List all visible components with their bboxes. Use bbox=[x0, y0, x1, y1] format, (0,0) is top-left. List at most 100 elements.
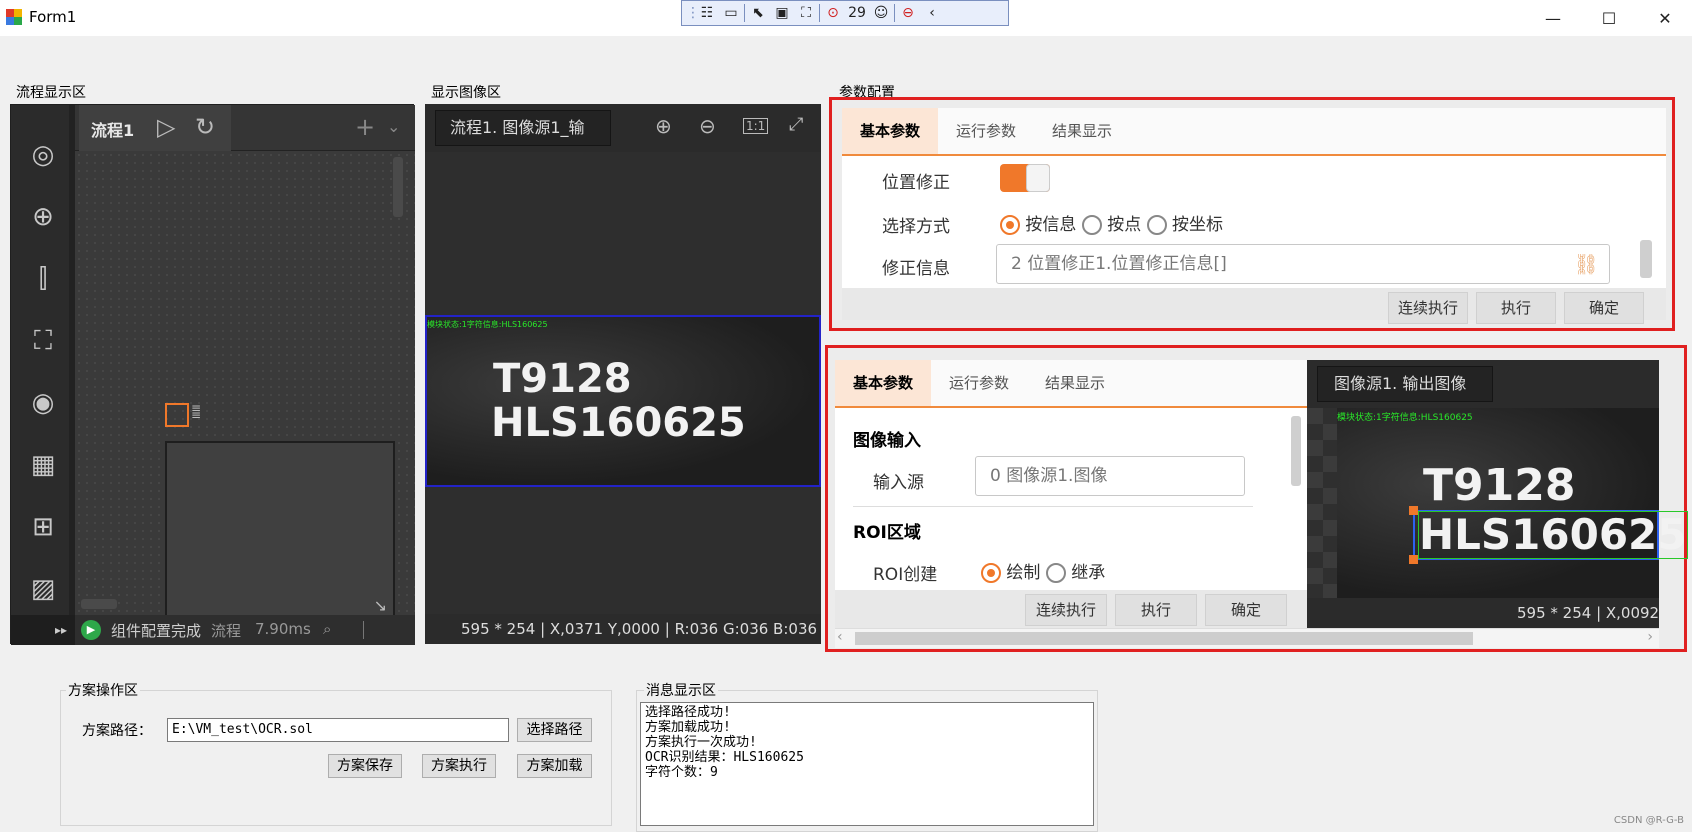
minimize-button[interactable]: — bbox=[1524, 0, 1582, 36]
status-separator bbox=[363, 621, 364, 639]
link-icon[interactable]: ⛓ bbox=[1574, 245, 1599, 283]
param-scrollbar[interactable] bbox=[1640, 240, 1652, 278]
module-tabs: 基本参数 运行参数 结果显示 bbox=[835, 360, 1307, 408]
fit-window-icon[interactable]: ⤢ bbox=[789, 114, 803, 135]
radio-inherit-label: 继承 bbox=[1071, 563, 1106, 583]
module-confirm-button[interactable]: 确定 bbox=[1205, 594, 1287, 626]
display-adorner-icon[interactable]: ▣ bbox=[771, 5, 793, 21]
module-tab-basic[interactable]: 基本参数 bbox=[835, 360, 932, 406]
scroll-left-icon[interactable]: ‹ bbox=[837, 629, 843, 645]
image-display-panel[interactable]: 流程1. 图像源1_输 ⊕ ⊖ 1:1 ⤢ 模块状态:1字符信息:HLS1606… bbox=[425, 104, 821, 644]
module-tab-result[interactable]: 结果显示 bbox=[1027, 360, 1123, 406]
roi-box[interactable]: HLS160625 bbox=[1409, 506, 1688, 564]
measure-icon[interactable]: ⫿ bbox=[25, 261, 61, 297]
calibrate-icon[interactable]: ◉ bbox=[25, 385, 61, 421]
preview-status-overlay: 模块状态:1字符信息:HLS160625 bbox=[1337, 413, 1473, 423]
roi-handle[interactable] bbox=[1409, 555, 1418, 564]
radio-by-point-label: 按点 bbox=[1107, 215, 1142, 235]
preview-source-select[interactable]: 图像源1. 输出图像 bbox=[1317, 366, 1493, 402]
canvas-hscroll[interactable] bbox=[81, 599, 117, 609]
module-tab-run[interactable]: 运行参数 bbox=[931, 360, 1027, 406]
radio-draw[interactable] bbox=[981, 563, 1001, 583]
roi-handle[interactable] bbox=[1409, 506, 1418, 515]
message-section-label: 消息显示区 bbox=[644, 680, 718, 700]
properties-icon[interactable]: ☷ bbox=[696, 5, 718, 21]
execute-solution-button[interactable]: 方案执行 bbox=[422, 754, 496, 778]
radio-inherit[interactable] bbox=[1045, 563, 1066, 583]
param-tabs: 基本参数 运行参数 结果显示 bbox=[842, 108, 1666, 156]
actual-size-icon[interactable]: 1:1 bbox=[743, 118, 769, 134]
roi-create-label: ROI创建 bbox=[873, 565, 938, 585]
position-correction-toggle[interactable] bbox=[1000, 164, 1050, 192]
solution-section-label: 方案操作区 bbox=[66, 680, 140, 700]
path-input[interactable]: E:\VM_test\OCR.sol bbox=[167, 718, 509, 742]
run-loop-icon[interactable]: ↻ bbox=[195, 113, 215, 141]
preview-source-label: 图像源1. 输出图像 bbox=[1334, 374, 1467, 393]
preview-info-bar: 595 * 254 | X,0092 bbox=[1307, 598, 1659, 628]
accessibility-icon[interactable]: ☺ bbox=[870, 5, 892, 21]
flow-canvas[interactable]: ≡ ≡ ↘ bbox=[75, 151, 415, 621]
run-button[interactable]: 执行 bbox=[1476, 292, 1556, 324]
module-hscroll[interactable]: ‹ › bbox=[835, 628, 1659, 648]
image-source-select[interactable]: 流程1. 图像源1_输 bbox=[435, 110, 611, 146]
zoom-out-icon[interactable]: ⊖ bbox=[699, 114, 716, 138]
run-once-icon[interactable]: ▷ bbox=[157, 113, 175, 141]
select-mode-label: 选择方式 bbox=[882, 217, 950, 237]
module-continuous-run-button[interactable]: 连续执行 bbox=[1025, 594, 1107, 626]
tab-basic-params[interactable]: 基本参数 bbox=[842, 108, 939, 154]
search-filter-icon[interactable]: ⌕ bbox=[323, 620, 331, 638]
maximize-button[interactable]: ☐ bbox=[1580, 0, 1638, 36]
zoom-in-icon[interactable]: ⊕ bbox=[655, 114, 672, 138]
scroll-right-icon[interactable]: › bbox=[1647, 629, 1653, 645]
module-run-button[interactable]: 执行 bbox=[1115, 594, 1197, 626]
canvas-vscroll[interactable] bbox=[393, 157, 403, 217]
tab-flow1[interactable]: 流程1 ▷ ↻ bbox=[79, 105, 231, 151]
image-source-label: 流程1. 图像源1_输 bbox=[450, 118, 585, 137]
minimap[interactable]: ↘ bbox=[165, 441, 395, 621]
resize-arrow-icon[interactable]: ↘ bbox=[374, 596, 387, 615]
select-path-button[interactable]: 选择路径 bbox=[517, 718, 592, 742]
tab-run-params[interactable]: 运行参数 bbox=[938, 108, 1034, 154]
radio-by-coord[interactable] bbox=[1146, 215, 1167, 235]
image-section-label: 显示图像区 bbox=[431, 85, 501, 101]
correction-info-input[interactable]: 2 位置修正1.位置修正信息[] ⛓ bbox=[996, 244, 1610, 284]
select-element-icon[interactable]: ⬉ bbox=[747, 5, 769, 21]
collapse-icon[interactable]: ‹ bbox=[921, 5, 943, 21]
image-source-node[interactable] bbox=[165, 403, 189, 427]
node-menu-icon[interactable]: ≡ ≡ bbox=[191, 402, 201, 421]
ocr-line-1: T9128 bbox=[493, 356, 632, 402]
pattern-icon[interactable]: ▦ bbox=[25, 447, 61, 483]
recognize-icon[interactable]: ⛶ bbox=[25, 323, 61, 359]
stop-icon[interactable]: ⊖ bbox=[897, 5, 919, 21]
load-solution-button[interactable]: 方案加载 bbox=[517, 754, 592, 778]
preview-line-2: HLS160625 bbox=[1418, 510, 1688, 560]
window-title: Form1 bbox=[29, 8, 77, 26]
add-flow-icon[interactable]: + bbox=[355, 113, 375, 141]
tab-result-display[interactable]: 结果显示 bbox=[1034, 108, 1130, 154]
grip-icon[interactable]: ⋮ bbox=[686, 5, 700, 21]
preview-line-1: T9128 bbox=[1423, 460, 1576, 511]
image-info-bar: 595 * 254 | X,0371 Y,0000 | R:036 G:036 … bbox=[425, 614, 821, 644]
module-scrollbar[interactable] bbox=[1291, 416, 1301, 486]
save-solution-button[interactable]: 方案保存 bbox=[328, 754, 402, 778]
camera-icon[interactable]: ◎ bbox=[25, 137, 61, 173]
input-source-select[interactable]: 0 图像源1.图像 bbox=[975, 456, 1245, 496]
camera-icon[interactable]: ▭ bbox=[720, 5, 742, 21]
module-status-overlay: 模块状态:1字符信息:HLS160625 bbox=[427, 320, 548, 329]
radio-by-point[interactable] bbox=[1081, 215, 1102, 235]
continuous-run-button[interactable]: 连续执行 bbox=[1388, 292, 1468, 324]
message-log[interactable]: 选择路径成功! 方案加载成功! 方案执行一次成功! OCR识别结果：HLS160… bbox=[640, 702, 1094, 826]
hscroll-thumb[interactable] bbox=[855, 632, 1473, 645]
track-focus-icon[interactable]: ⛶ bbox=[795, 5, 817, 21]
confirm-button[interactable]: 确定 bbox=[1564, 292, 1644, 324]
close-button[interactable]: ✕ bbox=[1636, 0, 1692, 36]
binding-failure-icon[interactable]: ⊙ bbox=[822, 5, 844, 21]
chevron-down-icon[interactable]: ⌄ bbox=[387, 117, 400, 136]
module-preview[interactable]: 图像源1. 输出图像 模块状态:1字符信息:HLS160625 T9128 HL… bbox=[1307, 360, 1688, 628]
position-correction-label: 位置修正 bbox=[882, 173, 950, 193]
expand-sidebar-icon[interactable]: ▸▸ bbox=[11, 615, 75, 645]
radio-by-info[interactable] bbox=[1000, 215, 1020, 235]
calculator-icon[interactable]: ⊞ bbox=[25, 509, 61, 545]
image-settings-icon[interactable]: ▨ bbox=[25, 571, 61, 607]
locate-icon[interactable]: ⊕ bbox=[25, 199, 61, 235]
